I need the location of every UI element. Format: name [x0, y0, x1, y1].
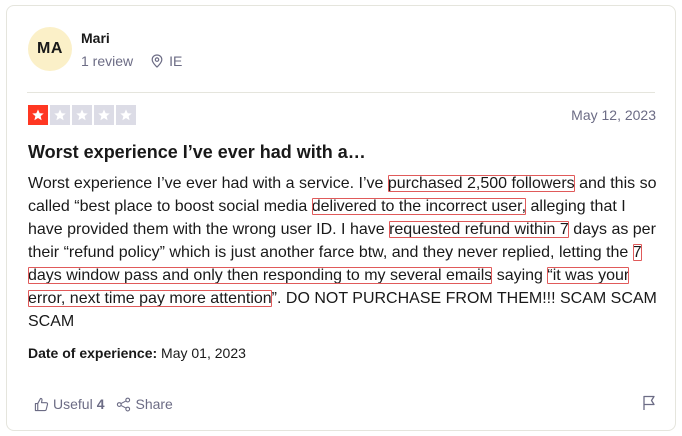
thumbs-up-icon — [34, 397, 49, 411]
review-count: 1 review — [81, 53, 134, 69]
date-of-experience: Date of experience: May 01, 2023 — [28, 345, 246, 361]
reviewer-meta: 1 review IE — [81, 53, 182, 69]
flag-button[interactable] — [642, 395, 656, 416]
star-rating — [28, 105, 136, 125]
useful-count: 4 — [96, 396, 105, 412]
reviewer-location: IE — [151, 53, 182, 69]
flag-icon — [643, 395, 655, 410]
star-icon — [72, 105, 92, 125]
highlighted-phrase: delivered to the incorrect user, — [311, 198, 527, 215]
review-actions: Useful 4 Share — [34, 396, 185, 412]
avatar[interactable]: MA — [28, 27, 72, 71]
review-text: saying — [492, 267, 548, 284]
review-date: May 12, 2023 — [571, 107, 656, 123]
share-icon — [117, 397, 131, 411]
useful-label: Useful — [53, 396, 93, 412]
star-icon — [28, 105, 48, 125]
highlighted-phrase: requested refund within 7 — [389, 221, 569, 238]
experience-date: May 01, 2023 — [157, 345, 246, 361]
star-icon — [94, 105, 114, 125]
location-pin-icon — [151, 54, 163, 68]
star-icon — [116, 105, 136, 125]
review-card: MA Mari 1 review IE May 12, 2023 Worst e… — [6, 5, 676, 431]
share-label: Share — [135, 396, 173, 412]
experience-label: Date of experience: — [28, 345, 158, 361]
star-icon — [50, 105, 70, 125]
highlighted-phrase: purchased 2,500 followers — [387, 175, 575, 192]
review-text: Worst experience I’ve ever had with a se… — [28, 175, 388, 192]
reviewer-name[interactable]: Mari — [81, 30, 110, 46]
review-title[interactable]: Worst experience I’ve ever had with a… — [28, 142, 366, 163]
useful-button[interactable]: Useful 4 — [34, 396, 104, 412]
reviewer-country: IE — [169, 53, 183, 69]
share-button[interactable]: Share — [116, 396, 173, 412]
review-body: Worst experience I’ve ever had with a se… — [28, 172, 660, 333]
header-divider — [27, 92, 655, 93]
